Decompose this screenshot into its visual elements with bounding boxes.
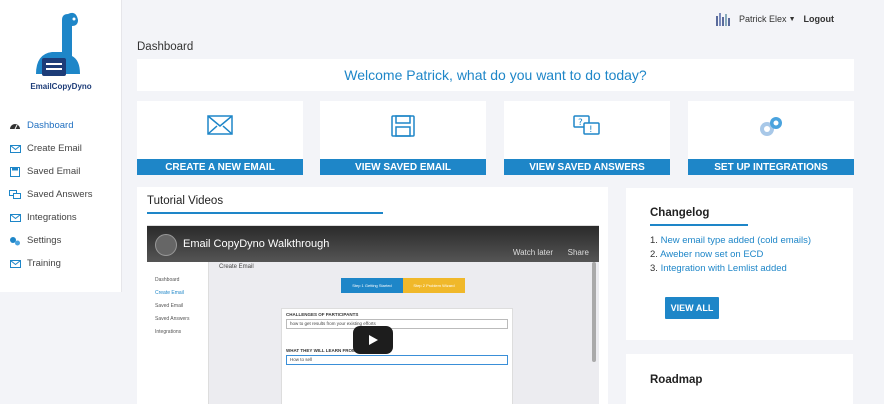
roadmap-title: Roadmap xyxy=(650,374,703,386)
watch-later-button[interactable]: Watch later xyxy=(513,248,553,257)
sidebar-item-label: Training xyxy=(27,258,61,269)
svg-text:!: ! xyxy=(589,125,593,135)
sidebar-item-settings[interactable]: Settings xyxy=(0,229,122,252)
sidebar-item-saved-email[interactable]: Saved Email xyxy=(0,160,122,183)
video-sidebar: Dashboard Create Email Saved Email Saved… xyxy=(147,262,209,404)
page-title: Dashboard xyxy=(137,41,194,53)
sidebar-item-saved-answers[interactable]: Saved Answers xyxy=(0,183,122,206)
sidebar-item-dashboard[interactable]: Dashboard xyxy=(0,114,122,137)
video-step: Step 2 Problem Wizard xyxy=(403,278,465,293)
list-item[interactable]: 2. Aweber now set on ECD xyxy=(650,249,811,263)
tutorial-title: Tutorial Videos xyxy=(147,195,224,207)
tutorial-panel: Tutorial Videos Dashboard Create Email S… xyxy=(137,187,608,404)
envelope-icon xyxy=(9,259,21,269)
sidebar-item-integrations[interactable]: Integrations xyxy=(0,206,122,229)
create-email-button[interactable]: CREATE A NEW EMAIL xyxy=(137,159,303,175)
video-steps: Step 1 Getting Started Step 2 Problem Wi… xyxy=(341,278,465,293)
video-sidebar-item: Create Email xyxy=(155,290,184,296)
changelog-list: 1. New email type added (cold emails) 2.… xyxy=(650,235,811,277)
topbar: Patrick Elex ▼ Logout xyxy=(715,12,834,26)
sidebar-item-label: Create Email xyxy=(27,143,82,154)
video-answer: how to get results from your existing ef… xyxy=(286,319,508,329)
video-title[interactable]: Email CopyDyno Walkthrough xyxy=(183,238,329,250)
list-item[interactable]: 1. New email type added (cold emails) xyxy=(650,235,811,249)
video-sidebar-item: Saved Email xyxy=(155,303,184,309)
logout-link[interactable]: Logout xyxy=(804,14,835,24)
changelog-panel: Changelog 1. New email type added (cold … xyxy=(626,188,853,340)
chevron-down-icon[interactable]: ▼ xyxy=(789,16,796,23)
gears-icon xyxy=(9,236,21,246)
gears-icon xyxy=(760,117,782,136)
welcome-banner: Welcome Patrick, what do you want to do … xyxy=(137,59,854,91)
chat-icon xyxy=(9,189,21,200)
card-saved-answers[interactable]: ?! VIEW SAVED ANSWERS xyxy=(504,101,670,175)
scrollbar[interactable] xyxy=(592,262,596,362)
card-saved-email[interactable]: VIEW SAVED EMAIL xyxy=(320,101,486,175)
floppy-icon xyxy=(9,166,21,177)
sidebar-item-label: Integrations xyxy=(27,212,77,223)
changelog-title: Changelog xyxy=(650,207,710,219)
envelope-icon xyxy=(9,213,21,223)
dashboard-icon xyxy=(9,121,21,131)
user-menu[interactable]: Patrick Elex xyxy=(739,14,787,24)
divider xyxy=(147,212,383,214)
view-saved-answers-button[interactable]: VIEW SAVED ANSWERS xyxy=(504,159,670,175)
video-sidebar-item: Integrations xyxy=(155,329,182,335)
floppy-icon xyxy=(391,115,415,137)
video-form: CHALLENGES OF PARTICIPANTS how to get re… xyxy=(281,308,513,404)
sidebar: EmailCopyDyno Dashboard Create Email Sav… xyxy=(0,0,122,292)
sidebar-item-training[interactable]: Training xyxy=(0,252,122,275)
video-answer: How to sell xyxy=(286,355,508,365)
video-sidebar-item: Saved Answers xyxy=(155,316,190,322)
play-icon xyxy=(369,335,378,345)
dyno-logo[interactable] xyxy=(28,10,92,82)
svg-text:?: ? xyxy=(578,118,583,128)
envelope-icon xyxy=(207,115,233,135)
chat-icon: ?! xyxy=(573,115,600,135)
sidebar-nav: Dashboard Create Email Saved Email Saved… xyxy=(0,114,122,275)
card-integrations[interactable]: SET UP INTEGRATIONS xyxy=(688,101,854,175)
divider xyxy=(650,224,748,226)
envelope-icon xyxy=(9,144,21,154)
sidebar-item-label: Settings xyxy=(27,235,62,246)
set-up-integrations-button[interactable]: SET UP INTEGRATIONS xyxy=(688,159,854,175)
logo-text: EmailCopyDyno xyxy=(30,82,92,91)
list-item[interactable]: 3. Integration with Lemlist added xyxy=(650,263,811,277)
video-step: Step 1 Getting Started xyxy=(341,278,403,293)
sidebar-item-label: Saved Answers xyxy=(27,189,93,200)
video-player[interactable]: Dashboard Create Email Saved Email Saved… xyxy=(147,225,599,404)
video-question: CHALLENGES OF PARTICIPANTS xyxy=(286,312,359,317)
video-page-title: Create Email xyxy=(219,264,254,270)
avatar xyxy=(716,13,731,26)
view-saved-email-button[interactable]: VIEW SAVED EMAIL xyxy=(320,159,486,175)
view-all-button[interactable]: VIEW ALL xyxy=(665,297,719,319)
sidebar-item-label: Dashboard xyxy=(27,120,74,131)
video-content: Create Email Step 1 Getting Started Step… xyxy=(211,262,599,404)
channel-avatar[interactable] xyxy=(155,234,177,256)
sidebar-item-create-email[interactable]: Create Email xyxy=(0,137,122,160)
share-button[interactable]: Share xyxy=(568,248,589,257)
roadmap-panel: Roadmap xyxy=(626,354,853,404)
play-button[interactable] xyxy=(353,326,393,354)
video-sidebar-item: Dashboard xyxy=(155,277,180,283)
sidebar-item-label: Saved Email xyxy=(27,166,81,177)
card-create-email[interactable]: CREATE A NEW EMAIL xyxy=(137,101,303,175)
video-question: WHAT THEY WILL LEARN FROM THE WEBINAR xyxy=(286,348,389,353)
